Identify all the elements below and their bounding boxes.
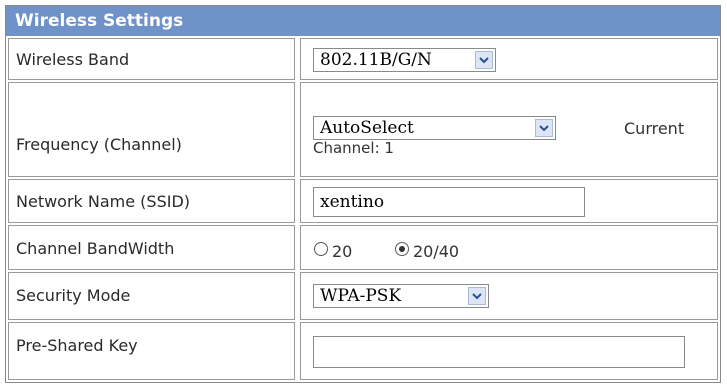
psk-input[interactable]: [313, 336, 685, 368]
psk-label: Pre-Shared Key: [16, 336, 138, 355]
row-frequency: Frequency (Channel) AutoSelect Current C…: [8, 82, 718, 177]
wireless-settings-panel: Wireless Settings Wireless Band 802.11B/…: [5, 5, 721, 383]
current-label: Current: [624, 119, 685, 138]
chevron-down-icon[interactable]: [468, 287, 486, 305]
row-security-mode: Security Mode WPA-PSK: [8, 272, 718, 320]
security-mode-label: Security Mode: [16, 286, 131, 305]
frequency-label: Frequency (Channel): [16, 135, 182, 154]
ssid-label: Network Name (SSID): [16, 192, 191, 211]
current-channel-text: Channel: 1: [313, 139, 394, 157]
ssid-input[interactable]: xentino: [313, 187, 585, 217]
radio-20-button-icon[interactable]: [314, 242, 328, 256]
radio-20-40-label: 20/40: [413, 242, 460, 261]
frequency-select[interactable]: AutoSelect: [313, 116, 556, 140]
chevron-down-icon[interactable]: [535, 119, 553, 137]
wireless-band-label: Wireless Band: [16, 50, 130, 69]
row-ssid: Network Name (SSID) xentino: [8, 179, 718, 223]
security-mode-select[interactable]: WPA-PSK: [313, 284, 489, 308]
bandwidth-label: Channel BandWidth: [16, 239, 175, 258]
row-pre-shared-key: Pre-Shared Key: [8, 322, 718, 380]
radio-20-label: 20: [332, 242, 353, 261]
row-channel-bandwidth: Channel BandWidth 20 20/40: [8, 225, 718, 270]
row-wireless-band: Wireless Band 802.11B/G/N: [8, 38, 718, 80]
chevron-down-icon[interactable]: [475, 51, 493, 69]
radio-20-40-button-icon[interactable]: [395, 242, 409, 256]
wireless-band-select[interactable]: 802.11B/G/N: [313, 48, 496, 72]
section-header: Wireless Settings: [6, 6, 720, 36]
section-title: Wireless Settings: [15, 11, 184, 31]
